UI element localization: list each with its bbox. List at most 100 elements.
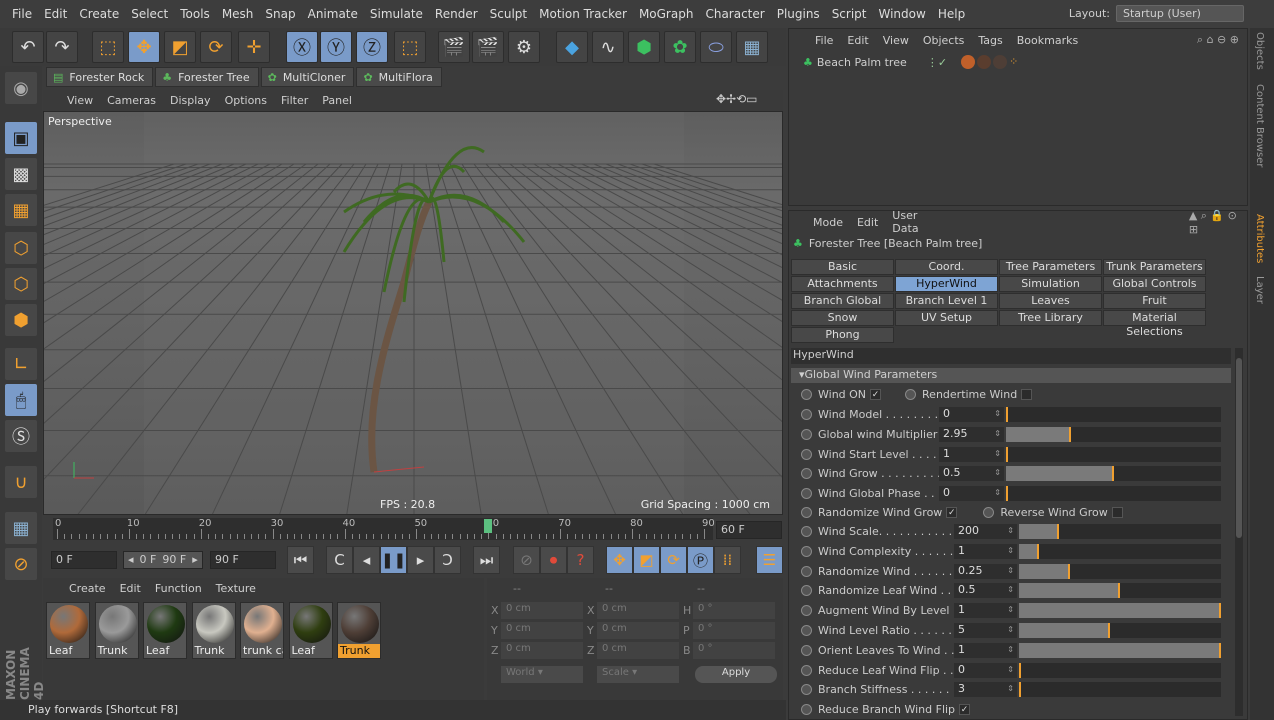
param-value-field[interactable]: 0 ⇕ <box>939 486 1004 502</box>
attr-tab-attachments[interactable]: Attachments <box>791 276 894 292</box>
object-menu-item[interactable]: Objects <box>923 34 965 47</box>
animate-radio[interactable] <box>801 644 812 656</box>
edges-mode-icon[interactable]: ⬡ <box>5 268 37 300</box>
object-menu-item[interactable]: File <box>815 34 833 47</box>
param-slider[interactable] <box>1019 603 1221 619</box>
object-menu-item[interactable]: Edit <box>847 34 868 47</box>
attribute-scrollbar[interactable] <box>1235 348 1243 716</box>
material-menu-item[interactable]: Function <box>155 582 202 595</box>
undo-icon[interactable]: ↶ <box>12 31 44 63</box>
go-to-start-icon[interactable]: ⏮ <box>287 546 314 574</box>
param-slider[interactable] <box>1006 486 1221 502</box>
param-value-field[interactable]: 1 ⇕ <box>939 446 1004 462</box>
animate-radio[interactable] <box>905 389 917 400</box>
pause-button[interactable]: ❚❚ <box>380 546 407 574</box>
previous-frame-icon[interactable]: ◂ <box>353 546 380 574</box>
material-swatch[interactable]: Leaf <box>288 602 333 659</box>
viewport-menu-item[interactable]: Panel <box>322 94 352 107</box>
param-value-field[interactable]: 3 ⇕ <box>954 682 1017 698</box>
object-menu-item[interactable]: View <box>883 34 909 47</box>
animate-radio[interactable] <box>801 389 812 400</box>
object-tab[interactable]: ♣ Forester Tree <box>155 67 259 87</box>
playhead[interactable] <box>484 519 493 533</box>
param-value-field[interactable]: 200 ⇕ <box>954 524 1017 539</box>
menu-window[interactable]: Window <box>879 7 926 21</box>
menu-help[interactable]: Help <box>938 7 965 21</box>
coord-field[interactable]: 0 cm <box>597 642 679 659</box>
autokey-icon[interactable]: ⏺ <box>540 546 567 574</box>
menu-plugins[interactable]: Plugins <box>777 7 820 21</box>
animate-radio[interactable] <box>801 664 812 676</box>
material-menu-item[interactable]: Create <box>69 582 106 595</box>
param-value-field[interactable]: 0.25 ⇕ <box>954 563 1017 579</box>
visibility-check-icon[interactable]: ⋮✓ <box>927 56 947 69</box>
tweak-mode-icon[interactable]: 🖱 <box>5 384 37 416</box>
z-axis-icon[interactable]: Ⓩ <box>356 31 388 63</box>
coord-field[interactable]: 0 ° <box>693 622 775 639</box>
scale-tool-icon[interactable]: ◩ <box>164 31 196 63</box>
scale-dropdown[interactable]: Scale ▾ <box>597 666 679 683</box>
key-parameter-icon[interactable]: Ⓟ <box>687 546 714 574</box>
checkbox[interactable]: ✓ <box>946 507 958 518</box>
param-slider[interactable] <box>1019 682 1221 698</box>
coord-field[interactable]: 0 cm <box>501 602 583 619</box>
checkbox[interactable] <box>1021 389 1033 400</box>
param-slider[interactable] <box>1006 407 1221 422</box>
menu-select[interactable]: Select <box>131 7 168 21</box>
checkbox[interactable]: ✓ <box>959 704 971 715</box>
param-slider[interactable] <box>1019 563 1221 579</box>
material-swatch[interactable]: trunk ca <box>240 602 284 659</box>
animate-radio[interactable] <box>801 488 812 500</box>
material-menu-item[interactable]: Edit <box>120 582 141 595</box>
param-value-field[interactable]: 1 ⇕ <box>954 642 1017 658</box>
side-tab[interactable]: Layer <box>1254 276 1265 304</box>
attr-tab-phong[interactable]: Phong <box>791 327 894 343</box>
key-scale-icon[interactable]: ◩ <box>633 546 660 574</box>
lock-workplane-icon[interactable]: ▦ <box>5 512 37 544</box>
menu-character[interactable]: Character <box>705 7 764 21</box>
viewport-menu-item[interactable]: Cameras <box>107 94 156 107</box>
group-global-wind-parameters[interactable]: ▾Global Wind Parameters <box>791 368 1231 383</box>
animate-radio[interactable] <box>801 684 812 696</box>
viewport-menu-item[interactable]: Options <box>225 94 267 107</box>
timeline-end-field[interactable]: 60 F <box>716 521 782 539</box>
coord-field[interactable]: 0 cm <box>501 622 583 639</box>
timeline-ruler[interactable]: 0 10 20 30 40 50 60 70 80 90 <box>53 518 715 540</box>
cube-icon[interactable]: ◆ <box>556 31 588 63</box>
record-keys-icon[interactable]: ⊘ <box>513 546 540 574</box>
attr-tab-material-selections[interactable]: Material Selections <box>1103 310 1206 338</box>
menu-motion-tracker[interactable]: Motion Tracker <box>539 7 627 21</box>
viewport-menu-item[interactable]: Display <box>170 94 211 107</box>
key-position-icon[interactable]: ✥ <box>606 546 633 574</box>
attr-tab-tree-parameters[interactable]: Tree Parameters <box>999 259 1102 275</box>
workplane-icon[interactable]: ▦ <box>5 194 37 226</box>
attr-tab-snow[interactable]: Snow <box>791 310 894 326</box>
material-swatch[interactable]: Trunk <box>337 602 381 659</box>
menu-sculpt[interactable]: Sculpt <box>490 7 527 21</box>
side-tab[interactable]: Objects <box>1254 32 1265 70</box>
animate-radio[interactable] <box>801 585 812 597</box>
side-tab[interactable]: Content Browser <box>1254 84 1265 167</box>
floor-icon[interactable]: ▦ <box>736 31 768 63</box>
spline-pen-icon[interactable]: ∿ <box>592 31 624 63</box>
param-slider[interactable] <box>1019 583 1221 599</box>
x-axis-icon[interactable]: Ⓧ <box>286 31 318 63</box>
animate-radio[interactable] <box>801 409 812 420</box>
attr-tab-leaves[interactable]: Leaves <box>999 293 1102 309</box>
param-value-field[interactable]: 1 ⇕ <box>954 543 1017 559</box>
animate-radio[interactable] <box>801 565 812 577</box>
attribute-menu-item[interactable]: User Data <box>892 209 945 235</box>
menu-mesh[interactable]: Mesh <box>222 7 254 21</box>
coordinate-system-icon[interactable]: ⬚ <box>394 31 426 63</box>
param-value-field[interactable]: 5 ⇕ <box>954 623 1017 638</box>
attr-tab-global-controls[interactable]: Global Controls <box>1103 276 1206 292</box>
attr-tab-simulation[interactable]: Simulation <box>999 276 1102 292</box>
side-tab[interactable]: Attributes <box>1254 214 1265 263</box>
param-value-field[interactable]: 0.5 ⇕ <box>954 583 1017 599</box>
attr-tab-branch-global[interactable]: Branch Global <box>791 293 894 309</box>
world-dropdown[interactable]: World ▾ <box>501 666 583 683</box>
material-menu-item[interactable]: Texture <box>216 582 256 595</box>
animate-radio[interactable] <box>801 625 812 636</box>
animate-radio[interactable] <box>801 507 812 518</box>
rotate-tool-icon[interactable]: ⟳ <box>200 31 232 63</box>
